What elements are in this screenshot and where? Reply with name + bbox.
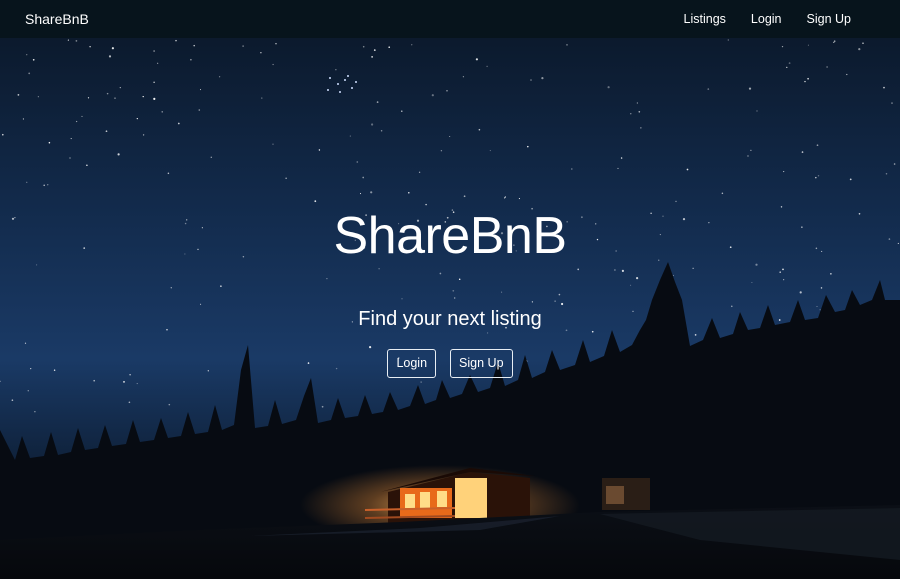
landing-page: ShareBnB Listings Login Sign Up ShareBnB… [0,0,900,579]
hero-buttons: Login Sign Up [0,349,900,378]
hero-signup-button[interactable]: Sign Up [450,349,513,378]
hero-section: ShareBnB Find your next listing Login Si… [0,0,900,579]
nav-link-listings[interactable]: Listings [684,12,726,26]
nav-links: Listings Login Sign Up [659,12,851,26]
top-navbar: ShareBnB Listings Login Sign Up [0,0,900,38]
hero-title: ShareBnB [333,207,567,265]
brand-link[interactable]: ShareBnB [25,11,89,27]
hero-login-button[interactable]: Login [387,349,437,378]
hero-subtitle: Find your next listing [358,308,542,330]
nav-link-login[interactable]: Login [751,12,782,26]
nav-link-signup[interactable]: Sign Up [807,12,851,26]
